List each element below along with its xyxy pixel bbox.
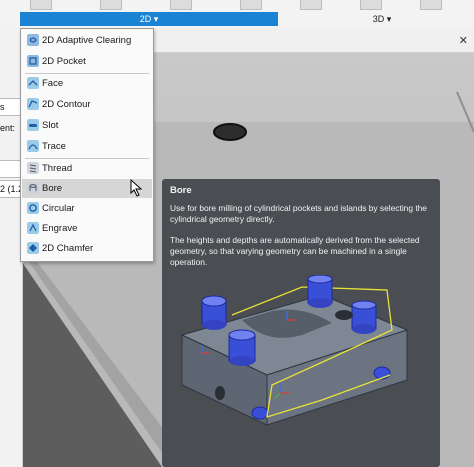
tooltip-title: Bore [170, 185, 192, 196]
tab-3d-label: 3D [372, 14, 385, 24]
chevron-down-icon: ▾ [386, 14, 392, 24]
adaptive-clearing-icon [27, 34, 39, 46]
panel-header: ✕ [154, 28, 474, 53]
tooltip-description: Use for bore milling of cylindrical pock… [170, 203, 427, 224]
menu-item-2d-chamfer[interactable]: 2D Chamfer [22, 239, 152, 258]
circular-icon [27, 202, 39, 214]
tab-2d-label: 2D [139, 14, 152, 24]
app-window: 2D ▾ 3D ▾ ✕ s ent: 2 (1.2 2D Adaptive Cl… [0, 0, 474, 467]
bore-icon [27, 182, 39, 194]
menu-item-label: 2D Pocket [42, 56, 86, 67]
menu-item-label: 2D Contour [42, 99, 91, 110]
tab-3d[interactable]: 3D ▾ [290, 12, 474, 26]
menu-item-label: 2D Adaptive Clearing [42, 35, 132, 46]
menu-item-slot[interactable]: Slot [22, 116, 152, 135]
ribbon-tool-button[interactable] [360, 0, 382, 10]
menu-item-label: Face [42, 78, 64, 89]
ribbon-toolbar: 2D ▾ 3D ▾ [0, 0, 474, 29]
face-icon [27, 77, 39, 89]
menu-item-label: Circular [42, 203, 75, 214]
menu-item-2d-pocket[interactable]: 2D Pocket [22, 52, 152, 71]
ribbon-tool-button[interactable] [170, 0, 192, 10]
boss-back [307, 275, 333, 308]
engrave-icon [27, 222, 39, 234]
ribbon-tool-button[interactable] [300, 0, 322, 10]
boss-right [351, 300, 377, 334]
pocket-icon [27, 55, 39, 67]
menu-item-engrave[interactable]: Engrave [22, 219, 152, 238]
thread-icon [27, 162, 39, 174]
close-icon[interactable]: ✕ [459, 34, 468, 47]
menu-item-trace[interactable]: Trace [22, 137, 152, 156]
menu-item-label: Bore [42, 183, 63, 194]
mouse-cursor-icon [130, 179, 143, 197]
2d-dropdown-menu: 2D Adaptive Clearing 2D Pocket Face 2D C… [20, 28, 154, 262]
menu-item-2d-contour[interactable]: 2D Contour [22, 95, 152, 114]
slot-icon [27, 119, 39, 131]
menu-item-thread[interactable]: Thread [22, 159, 152, 178]
tooltip-details: The heights and depths are automatically… [170, 235, 420, 267]
ribbon-tool-button[interactable] [240, 0, 262, 10]
menu-item-label: Thread [42, 163, 73, 174]
boss-left [201, 295, 227, 330]
bore-illustration [180, 275, 409, 426]
menu-item-2d-adaptive-clearing[interactable]: 2D Adaptive Clearing [22, 31, 152, 50]
contour-icon [27, 98, 39, 110]
menu-item-face[interactable]: Face [22, 74, 152, 93]
tab-2d[interactable]: 2D ▾ [20, 12, 278, 26]
model-hole [213, 123, 247, 141]
menu-item-circular[interactable]: Circular [22, 199, 152, 218]
ribbon-tool-button[interactable] [420, 0, 442, 10]
menu-item-label: 2D Chamfer [42, 243, 94, 254]
ribbon-tool-button[interactable] [100, 0, 122, 10]
ribbon-tool-button[interactable] [30, 0, 52, 10]
chevron-down-icon: ▾ [153, 14, 159, 24]
menu-item-label: Engrave [42, 223, 78, 234]
boss-front [228, 329, 256, 366]
chamfer-icon [27, 242, 39, 254]
menu-item-label: Slot [42, 120, 59, 131]
trace-icon [27, 140, 39, 152]
bore-tooltip: Bore Use for bore milling of cylindrical… [162, 179, 440, 467]
menu-item-label: Trace [42, 141, 66, 152]
panel-label: ent: [0, 123, 16, 133]
